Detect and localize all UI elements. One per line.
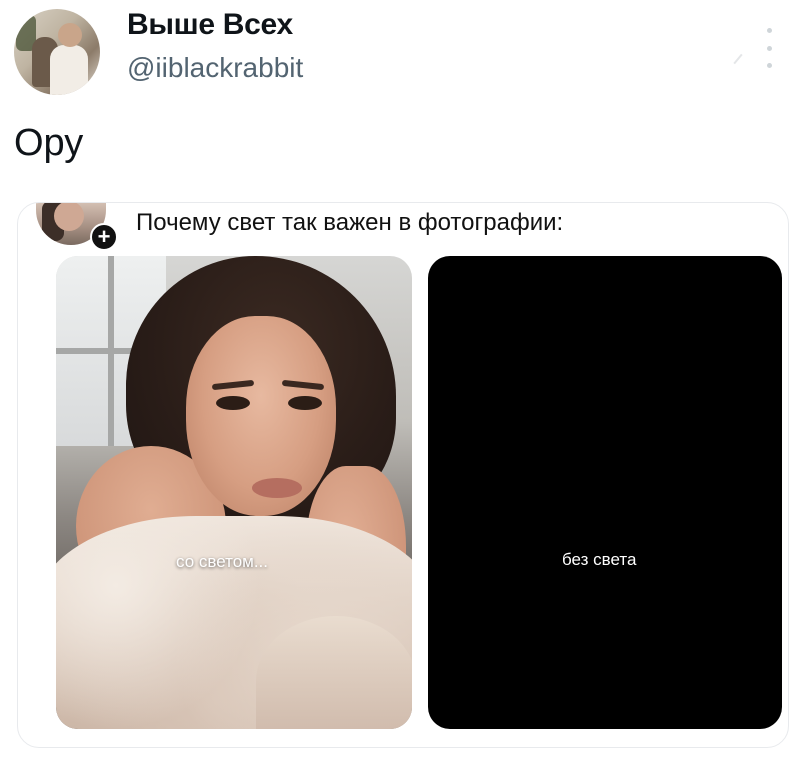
vertical-ellipsis-icon[interactable] (760, 28, 778, 68)
meme-panel-with-light: со светом... (56, 256, 412, 729)
portrait-photo (56, 256, 412, 729)
faint-mark (733, 53, 743, 65)
tweet-media-card[interactable]: + Почему свет так важен в фотографии: со… (17, 202, 789, 748)
panel-caption-without-light: без света (562, 550, 637, 569)
meme-panel-without-light: без света (428, 256, 782, 729)
tweet-display-name[interactable]: Выше Всех (127, 8, 293, 42)
meme-title: Почему свет так важен в фотографии: (136, 209, 564, 236)
tweet-text: Ору (14, 122, 84, 164)
tweet-handle[interactable]: @iiblackrabbit (127, 52, 303, 84)
plus-icon: + (90, 223, 118, 251)
panel-caption-with-light: со светом... (176, 552, 269, 571)
tweet-author-avatar[interactable] (14, 9, 100, 95)
